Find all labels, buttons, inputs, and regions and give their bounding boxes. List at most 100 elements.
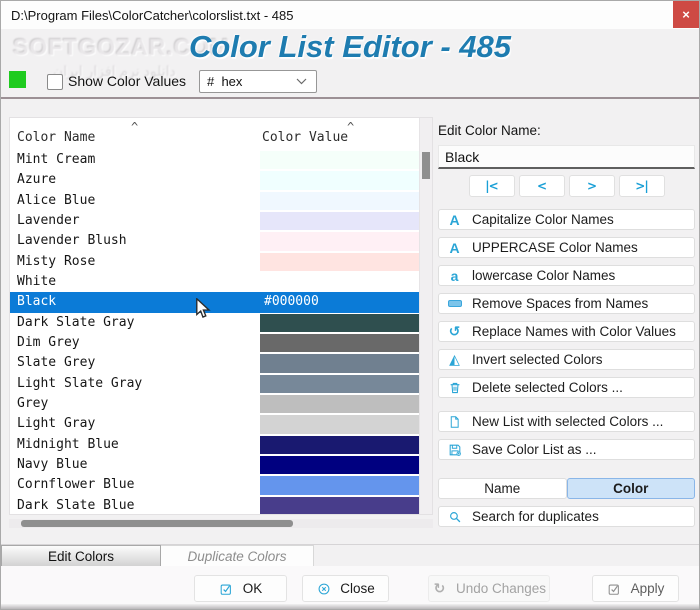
color-value-cell (260, 333, 420, 353)
color-name-cell: Azure (17, 172, 57, 188)
edit-color-name-label: Edit Color Name: (438, 123, 541, 138)
table-row-light-gray[interactable]: Light Gray (10, 414, 432, 434)
sort-ascending-icon: ^ (347, 120, 355, 134)
toolbar-divider (1, 97, 699, 99)
color-value-cell (260, 353, 420, 373)
apply-button[interactable]: Apply (592, 575, 679, 602)
color-name-input[interactable] (438, 145, 695, 169)
color-value-cell (260, 455, 420, 475)
table-row-azure[interactable]: Azure (10, 170, 432, 190)
close-button[interactable]: × (673, 1, 699, 28)
lowercase-color-names-button[interactable]: a lowercase Color Names (438, 265, 695, 286)
table-row-midnight-blue[interactable]: Midnight Blue (10, 435, 432, 455)
button-label: Remove Spaces from Names (472, 296, 649, 311)
color-value-cell (260, 272, 420, 292)
replace-names-with-color-values-button[interactable]: ↺ Replace Names with Color Values (438, 321, 695, 342)
table-body: Mint Cream Azure Alice Blue Lavender Lavende… (10, 150, 432, 514)
table-row-light-slate-gray[interactable]: Light Slate Gray (10, 374, 432, 394)
new-list-with-selected-colors-button[interactable]: New List with selected Colors ... (438, 411, 695, 432)
button-label: Undo Changes (455, 581, 547, 596)
color-value-cell (260, 170, 420, 190)
color-table: Color Name ^ Color Value ^ Mint Cream Azu… (9, 117, 433, 515)
close-circle-icon (316, 581, 331, 596)
delete-selected-colors-button[interactable]: Delete selected Colors ... (438, 377, 695, 398)
button-label: lowercase Color Names (472, 268, 616, 283)
previous-record-button[interactable]: < (518, 175, 565, 197)
uppercase-color-names-button[interactable]: A UPPERCASE Color Names (438, 237, 695, 258)
color-name-cell: Black (17, 294, 57, 310)
refresh-icon: ↻ (433, 580, 446, 597)
uppercase-icon: A (449, 239, 460, 256)
button-label: UPPERCASE Color Names (472, 240, 638, 255)
horizontal-scrollbar[interactable] (9, 519, 433, 528)
color-name-cell: Midnight Blue (17, 436, 119, 452)
bottom-tab-bar: Edit Colors Duplicate Colors (1, 544, 699, 567)
last-record-button[interactable]: >| (618, 175, 665, 197)
table-row-dim-grey[interactable]: Dim Grey (10, 333, 432, 353)
horizontal-scrollbar-thumb[interactable] (21, 520, 293, 527)
button-label: Close (340, 581, 375, 596)
table-row-white[interactable]: White (10, 272, 432, 292)
tab-duplicate-colors[interactable]: Duplicate Colors (161, 545, 314, 567)
ok-button[interactable]: OK (194, 575, 287, 602)
color-value-cell: #000000 (260, 292, 420, 312)
color-value-cell (260, 191, 420, 211)
table-row-black[interactable]: Black #000000 (10, 292, 432, 313)
button-label: OK (242, 581, 263, 596)
capitalize-color-names-button[interactable]: A Capitalize Color Names (438, 209, 695, 230)
column-header-color-value[interactable]: Color Value (262, 130, 348, 145)
color-name-cell: White (17, 273, 57, 289)
page-title: Color List Editor - 485 (188, 29, 512, 64)
chevron-down-icon (294, 74, 309, 89)
color-value-cell (260, 150, 420, 170)
record-navigation: |< < > >| (438, 175, 695, 197)
color-name-cell: Grey (17, 395, 49, 411)
sort-ascending-icon: ^ (131, 120, 139, 134)
color-name-cell: Slate Grey (17, 355, 96, 371)
action-button-list: A Capitalize Color Names A UPPERCASE Color … (438, 209, 695, 478)
first-record-button[interactable]: |< (468, 175, 515, 197)
table-row-dark-slate-blue[interactable]: Dark Slate Blue (10, 496, 432, 514)
color-value-cell (260, 435, 420, 455)
vertical-scrollbar-thumb[interactable] (422, 152, 430, 179)
table-row-dark-slate-gray[interactable]: Dark Slate Gray (10, 313, 432, 333)
color-format-select[interactable]: # hex (199, 70, 317, 93)
color-value-cell (260, 475, 420, 495)
table-row-mint-cream[interactable]: Mint Cream (10, 150, 432, 170)
table-row-cornflower-blue[interactable]: Cornflower Blue (10, 475, 432, 495)
show-color-values-checkbox[interactable] (47, 74, 63, 90)
tab-edit-colors[interactable]: Edit Colors (1, 545, 161, 567)
vertical-scrollbar[interactable] (419, 118, 432, 514)
remove-spaces-icon (447, 296, 462, 311)
toggle-name[interactable]: Name (438, 478, 567, 499)
check-square-icon (607, 581, 622, 596)
remove-spaces-from-names-button[interactable]: Remove Spaces from Names (438, 293, 695, 314)
invert-icon: ◭ (449, 351, 460, 368)
button-label: Invert selected Colors (472, 352, 603, 367)
capitalize-icon: A (449, 211, 460, 228)
table-row-lavender[interactable]: Lavender (10, 211, 432, 231)
toggle-color[interactable]: Color (566, 478, 695, 499)
save-color-list-as-button[interactable]: Save Color List as ... (438, 439, 695, 460)
table-row-navy-blue[interactable]: Navy Blue (10, 455, 432, 475)
next-record-button[interactable]: > (568, 175, 615, 197)
button-label: Replace Names with Color Values (472, 324, 676, 339)
table-row-slate-grey[interactable]: Slate Grey (10, 353, 432, 373)
new-document-icon (447, 414, 462, 429)
table-row-alice-blue[interactable]: Alice Blue (10, 191, 432, 211)
table-row-lavender-blush[interactable]: Lavender Blush (10, 231, 432, 251)
button-label: Capitalize Color Names (472, 212, 614, 227)
lowercase-icon: a (450, 267, 459, 284)
color-value-cell (260, 374, 420, 394)
invert-selected-colors-button[interactable]: ◭ Invert selected Colors (438, 349, 695, 370)
search-mode-toggle: Name Color (438, 478, 695, 499)
table-row-misty-rose[interactable]: Misty Rose (10, 252, 432, 272)
column-header-color-name[interactable]: Color Name (17, 130, 95, 145)
close-button[interactable]: Close (302, 575, 389, 602)
table-header: Color Name ^ Color Value ^ (10, 118, 432, 150)
app-window: D:\Program Files\ColorCatcher\colorslist… (0, 0, 700, 610)
search-for-duplicates-button[interactable]: Search for duplicates (438, 506, 695, 527)
search-icon (447, 509, 462, 524)
button-label: Search for duplicates (472, 509, 599, 524)
table-row-grey[interactable]: Grey (10, 394, 432, 414)
